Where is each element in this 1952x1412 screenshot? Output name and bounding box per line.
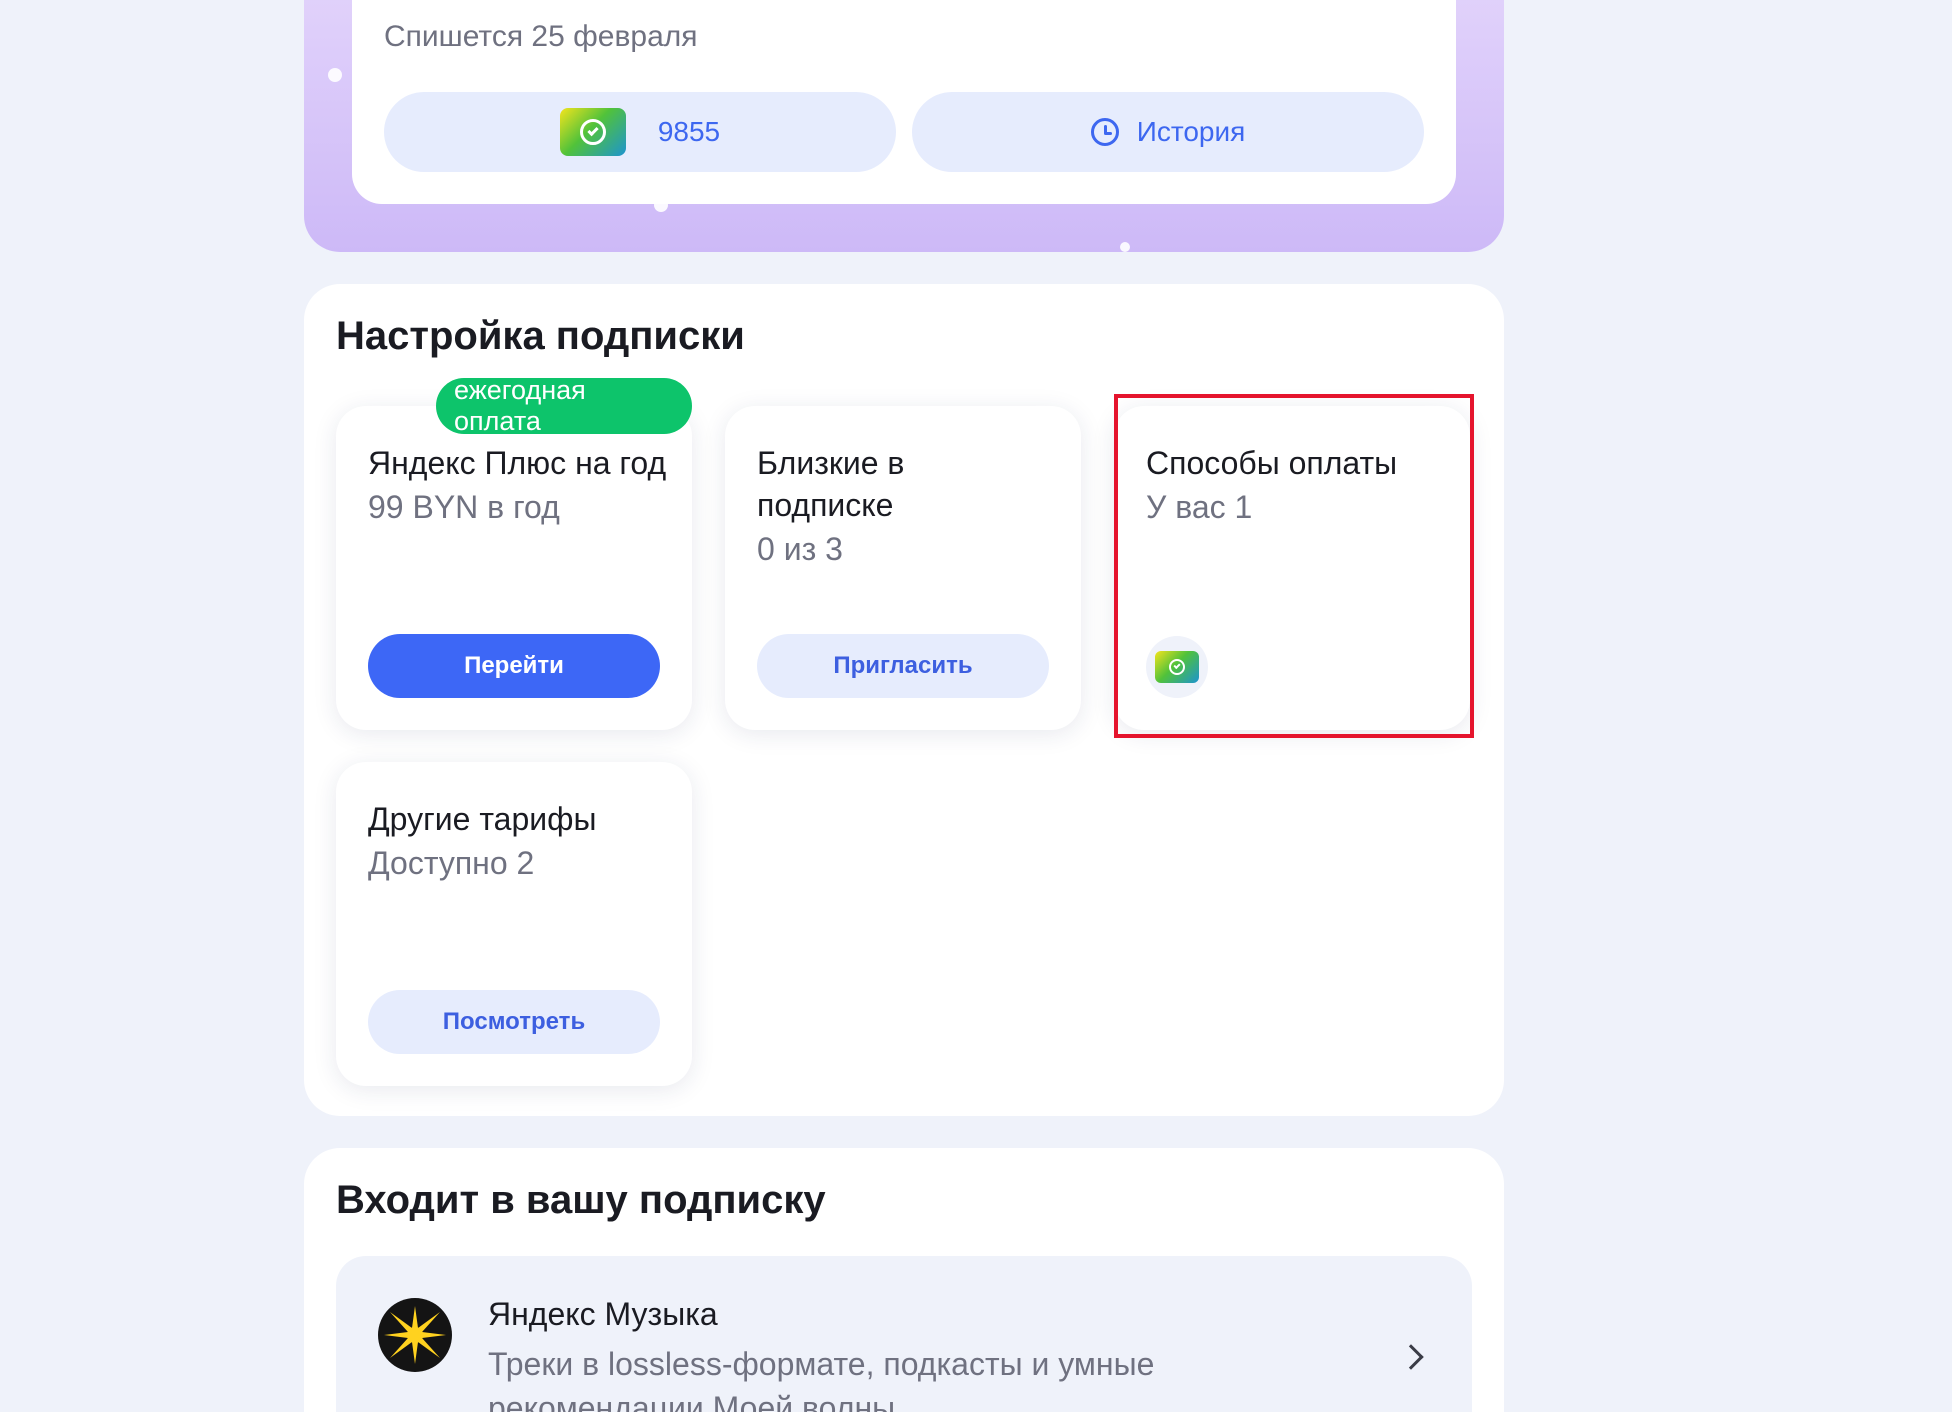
subscription-info-panel: Спишется 25 февраля 9855 История	[352, 0, 1456, 204]
tile-title-text: Способы оплаты	[1146, 445, 1398, 481]
tile-subtitle: У вас 1	[1146, 489, 1253, 525]
section-title: Настройка подписки	[336, 314, 745, 358]
tile-family[interactable]: Близкие в подписке 0 из 3 Пригласить	[725, 406, 1081, 730]
tile-title-text: Яндекс Плюс на год	[368, 445, 667, 481]
history-button-label: История	[1136, 116, 1246, 147]
service-item-yandex-music[interactable]: Яндекс Музыка Треки в lossless-формате, …	[336, 1256, 1472, 1412]
tile-title: Яндекс Плюс на год 99 BYN в год	[368, 442, 668, 530]
tile-other-plans[interactable]: Другие тарифы Доступно 2 Посмотреть	[336, 762, 692, 1086]
bank-card-icon	[1155, 651, 1199, 683]
card-last-digits: 9855	[657, 116, 721, 147]
payment-method-icon-wrap	[1146, 636, 1208, 698]
tile-title-text: Близкие в подписке	[757, 445, 905, 523]
included-services-section: Входит в вашу подписку Яндекс Музыка Тре…	[304, 1148, 1504, 1412]
subscription-header-card: Спишется 25 февраля 9855 История	[304, 0, 1504, 252]
tile-payment-methods[interactable]: Способы оплаты У вас 1	[1114, 406, 1470, 730]
tile-title: Способы оплаты У вас 1	[1146, 442, 1446, 530]
bank-card-icon	[559, 108, 626, 156]
go-button[interactable]: Перейти	[368, 634, 660, 698]
tile-yearly-plan[interactable]: ежегодная оплата Яндекс Плюс на год 99 B…	[336, 375, 692, 730]
clock-icon	[1090, 118, 1119, 146]
tile-title: Близкие в подписке 0 из 3	[757, 442, 957, 572]
tile-title: Другие тарифы Доступно 2	[368, 798, 668, 886]
decor-dot	[1120, 242, 1130, 252]
yearly-payment-badge: ежегодная оплата	[436, 375, 692, 436]
section-title: Входит в вашу подписку	[336, 1178, 826, 1222]
tile-subtitle: Доступно 2	[368, 845, 535, 881]
tile-subtitle: 99 BYN в год	[368, 489, 560, 525]
payment-card-button[interactable]: 9855	[384, 92, 896, 172]
chevron-right-icon	[1398, 1344, 1424, 1370]
invite-button[interactable]: Пригласить	[757, 634, 1049, 698]
subscription-settings-section: Настройка подписки ежегодная оплата Янде…	[304, 284, 1504, 1116]
history-button[interactable]: История	[912, 92, 1424, 172]
view-button[interactable]: Посмотреть	[368, 990, 660, 1054]
yandex-music-icon	[378, 1298, 452, 1372]
service-description: Треки в lossless-формате, подкасты и умн…	[488, 1346, 1155, 1412]
service-name: Яндекс Музыка	[488, 1296, 718, 1332]
tile-subtitle: 0 из 3	[757, 531, 843, 567]
decor-dot	[328, 68, 342, 82]
charge-date-text: Спишется 25 февраля	[384, 20, 698, 53]
tile-title-text: Другие тарифы	[368, 801, 597, 837]
